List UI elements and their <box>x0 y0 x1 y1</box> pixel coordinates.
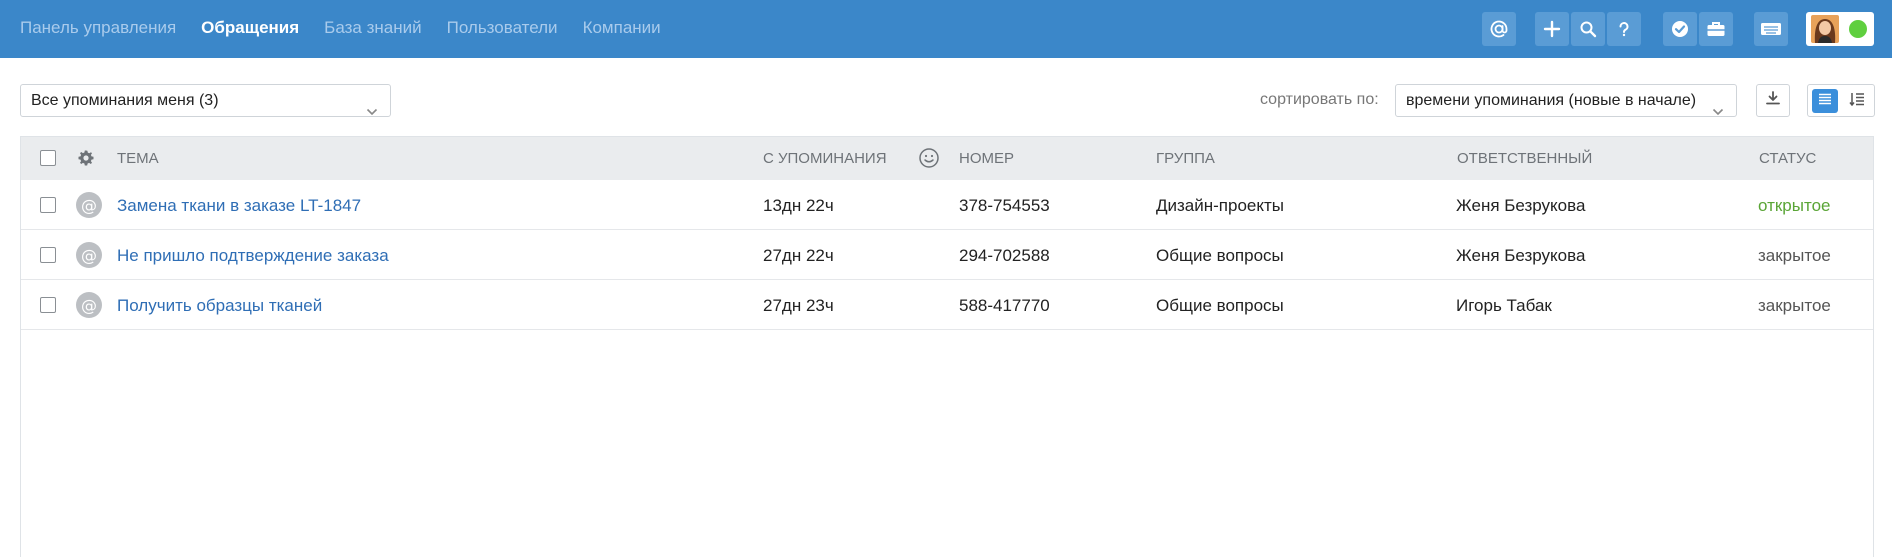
nav-tickets[interactable]: Обращения <box>201 18 299 38</box>
ticket-group: Дизайн-проекты <box>1156 196 1285 215</box>
ticket-status: закрытое <box>1758 296 1831 315</box>
tickets-table: Тема С упоминания Номер Группа Ответстве… <box>20 136 1874 557</box>
ticket-assignee: Игорь Табак <box>1456 296 1552 315</box>
ticket-assignee: Женя Безрукова <box>1456 246 1586 265</box>
list-icon <box>1818 92 1832 110</box>
mention-icon: @ <box>76 292 102 318</box>
sort-list-icon <box>1849 92 1865 111</box>
column-header-group[interactable]: Группа <box>1156 150 1215 167</box>
ticket-number: 294-702588 <box>959 246 1050 265</box>
check-icon <box>1670 19 1690 39</box>
tasks-button[interactable] <box>1663 12 1697 46</box>
mention-icon: @ <box>76 192 102 218</box>
column-header-status[interactable]: Статус <box>1759 150 1816 167</box>
ticket-status: закрытое <box>1758 246 1831 265</box>
download-icon <box>1765 90 1781 111</box>
ticket-subject-link[interactable]: Не пришло подтверждение заказа <box>117 246 389 266</box>
online-status-indicator <box>1849 20 1867 38</box>
table-header: Тема С упоминания Номер Группа Ответстве… <box>21 137 1873 180</box>
keyboard-icon <box>1760 21 1782 37</box>
chevron-down-icon <box>366 96 378 127</box>
sort-label: сортировать по: <box>1260 91 1379 108</box>
briefcase-icon <box>1706 20 1726 38</box>
filter-value: Все упоминания меня (3) <box>31 92 219 109</box>
ticket-number: 378-754553 <box>959 196 1050 215</box>
plus-icon <box>1543 20 1561 38</box>
top-navigation-bar: Панель управления Обращения База знаний … <box>0 0 1892 58</box>
smiley-icon[interactable] <box>918 147 940 174</box>
at-icon <box>1489 19 1509 39</box>
sort-select[interactable]: времени упоминания (новые в начале) <box>1395 84 1737 117</box>
ticket-assignee: Женя Безрукова <box>1456 196 1586 215</box>
since-mention: 27дн 23ч <box>763 296 834 315</box>
row-checkbox[interactable] <box>40 297 56 313</box>
since-mention: 27дн 22ч <box>763 246 834 265</box>
avatar <box>1811 15 1839 43</box>
nav-dashboard[interactable]: Панель управления <box>20 18 176 38</box>
search-icon <box>1579 20 1597 38</box>
view-toggle <box>1807 84 1875 117</box>
help-button[interactable] <box>1607 12 1641 46</box>
table-row[interactable]: @ Замена ткани в заказе LT-1847 13дн 22ч… <box>21 180 1873 230</box>
table-row[interactable]: @ Не пришло подтверждение заказа 27дн 22… <box>21 230 1873 280</box>
mentions-button[interactable] <box>1482 12 1516 46</box>
select-all-checkbox[interactable] <box>40 150 56 166</box>
column-header-assignee[interactable]: Ответственный <box>1457 150 1592 167</box>
list-view-button[interactable] <box>1812 89 1838 113</box>
nav-knowledge-base[interactable]: База знаний <box>324 18 421 38</box>
ticket-subject-link[interactable]: Получить образцы тканей <box>117 296 322 316</box>
user-menu[interactable] <box>1806 12 1874 46</box>
sort-value: времени упоминания (новые в начале) <box>1406 92 1697 109</box>
ticket-number: 588-417770 <box>959 296 1050 315</box>
ticket-group: Общие вопросы <box>1156 246 1284 265</box>
mentions-filter-select[interactable]: Все упоминания меня (3) <box>20 84 391 117</box>
gear-icon[interactable] <box>77 149 95 172</box>
chevron-down-icon <box>1712 96 1724 127</box>
column-header-since-mention[interactable]: С упоминания <box>763 150 887 167</box>
nav-users[interactable]: Пользователи <box>447 18 558 38</box>
table-row[interactable]: @ Получить образцы тканей 27дн 23ч 588-4… <box>21 280 1873 330</box>
search-button[interactable] <box>1571 12 1605 46</box>
nav-companies[interactable]: Компании <box>583 18 661 38</box>
column-header-subject[interactable]: Тема <box>117 150 159 167</box>
hotkeys-button[interactable] <box>1754 12 1788 46</box>
mention-icon: @ <box>76 242 102 268</box>
export-button[interactable] <box>1756 84 1790 117</box>
row-checkbox[interactable] <box>40 197 56 213</box>
column-header-number[interactable]: Номер <box>959 150 1014 167</box>
work-button[interactable] <box>1699 12 1733 46</box>
compact-view-button[interactable] <box>1844 89 1870 113</box>
since-mention: 13дн 22ч <box>763 196 834 215</box>
ticket-subject-link[interactable]: Замена ткани в заказе LT-1847 <box>117 196 361 216</box>
create-ticket-button[interactable] <box>1535 12 1569 46</box>
help-icon <box>1615 20 1633 38</box>
row-checkbox[interactable] <box>40 247 56 263</box>
ticket-status: открытое <box>1758 196 1831 215</box>
main-nav: Панель управления Обращения База знаний … <box>20 0 686 56</box>
ticket-group: Общие вопросы <box>1156 296 1284 315</box>
